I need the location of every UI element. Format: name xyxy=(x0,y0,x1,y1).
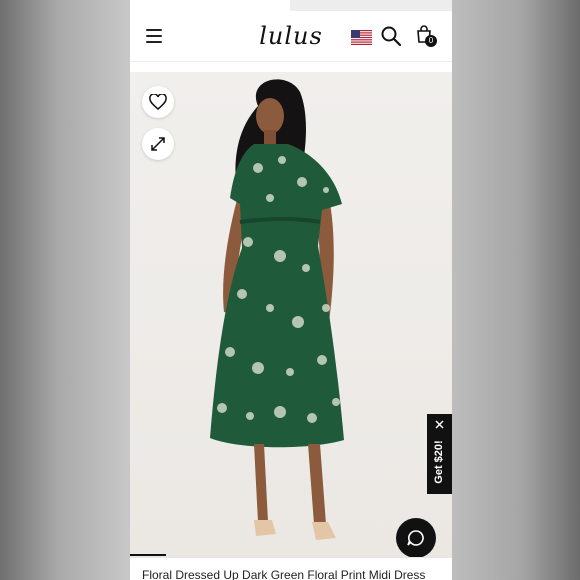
bag-count-badge: 0 xyxy=(425,35,437,47)
hamburger-menu-icon[interactable] xyxy=(146,29,162,43)
search-icon[interactable] xyxy=(381,26,401,46)
model-photo xyxy=(210,79,344,540)
status-strip xyxy=(290,0,452,11)
promo-tab[interactable]: Get $20! xyxy=(427,414,452,494)
expand-icon xyxy=(151,137,165,151)
product-title-bar: Floral Dressed Up Dark Green Floral Prin… xyxy=(130,557,452,580)
site-logo[interactable]: lulus xyxy=(258,19,324,53)
heart-icon xyxy=(149,94,167,110)
product-title[interactable]: Floral Dressed Up Dark Green Floral Prin… xyxy=(142,568,452,580)
zoom-button[interactable] xyxy=(142,128,174,160)
favorite-button[interactable] xyxy=(142,86,174,118)
promo-label[interactable]: Get $20! xyxy=(433,427,445,497)
shopping-bag-icon[interactable]: 0 xyxy=(416,25,438,49)
product-image[interactable] xyxy=(130,72,452,558)
chat-button[interactable] xyxy=(396,518,436,558)
site-header: lulus 0 xyxy=(130,11,452,62)
us-flag-icon[interactable] xyxy=(351,30,372,45)
chat-bubble-icon xyxy=(407,530,424,546)
mobile-page: lulus 0 Get $20! Floral Dressed Up Dark … xyxy=(130,0,452,580)
gallery-indicator xyxy=(130,554,166,556)
